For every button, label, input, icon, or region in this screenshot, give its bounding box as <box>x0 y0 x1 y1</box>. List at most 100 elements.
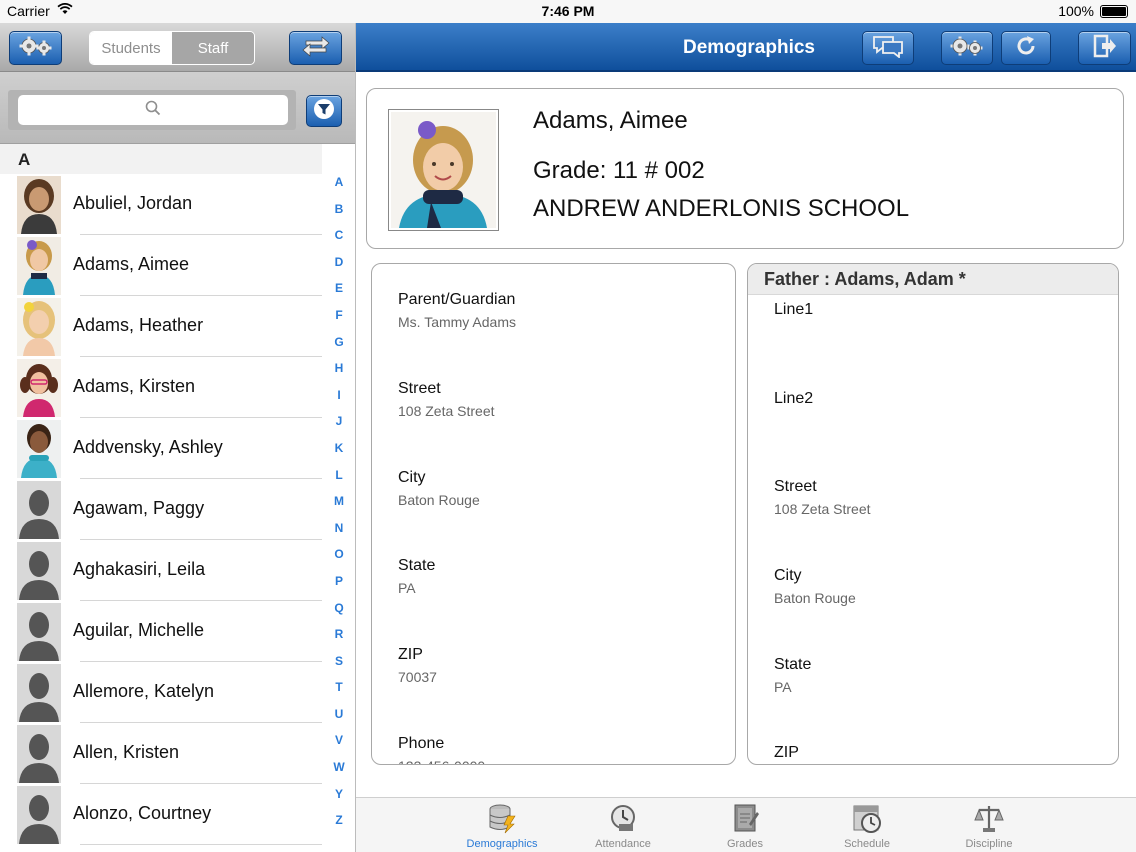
alphabet-index[interactable]: A B C D E F G H I J K L M N O P Q R S T … <box>330 175 348 840</box>
logout-button[interactable] <box>1078 31 1131 65</box>
index-letter[interactable]: U <box>330 707 348 734</box>
index-letter[interactable]: G <box>330 335 348 362</box>
field-label: ZIP <box>774 744 799 761</box>
list-item[interactable]: Alonzo, Courtney <box>0 784 322 845</box>
tab-attendance[interactable]: Attendance <box>568 802 678 850</box>
index-letter[interactable]: Y <box>330 787 348 814</box>
status-bar: Carrier 7:46 PM 100% <box>0 0 1136 23</box>
index-letter[interactable]: Z <box>330 813 348 840</box>
student-name: Aghakasiri, Leila <box>73 559 206 579</box>
index-letter[interactable]: B <box>330 202 348 229</box>
tab-label: Attendance <box>595 838 651 850</box>
list-item[interactable]: Agawam, Paggy <box>0 479 322 540</box>
list-item[interactable]: Aguilar, Michelle <box>0 601 322 662</box>
field-state: State PA <box>774 656 811 695</box>
index-letter[interactable]: L <box>330 468 348 495</box>
field-label: City <box>774 567 802 584</box>
index-letter[interactable]: S <box>330 654 348 681</box>
silhouette-avatar <box>17 664 61 722</box>
student-name: Allemore, Katelyn <box>73 681 215 701</box>
field-street: Street 108 Zeta Street <box>774 478 871 517</box>
filter-button[interactable] <box>306 95 342 127</box>
index-letter[interactable]: H <box>330 361 348 388</box>
index-letter[interactable]: F <box>330 308 348 335</box>
search-input[interactable] <box>18 95 288 125</box>
battery-icon <box>1100 5 1128 18</box>
index-letter[interactable]: R <box>330 627 348 654</box>
index-letter[interactable]: V <box>330 733 348 760</box>
messages-button[interactable] <box>862 31 914 65</box>
student-name: Allen, Kristen <box>73 742 180 762</box>
index-letter[interactable]: T <box>330 680 348 707</box>
student-name: Addvensky, Ashley <box>73 437 223 457</box>
student-name: Agawam, Paggy <box>73 498 205 518</box>
index-letter[interactable]: K <box>330 441 348 468</box>
list-item[interactable]: Allemore, Katelyn <box>0 662 322 723</box>
demographics-content: Adams, Aimee Grade: 11 # 002 ANDREW ANDE… <box>356 72 1136 797</box>
silhouette-avatar <box>17 603 61 661</box>
tab-schedule[interactable]: Schedule <box>812 802 922 850</box>
tab-bar: Demographics Attendance Grades Schedule … <box>356 797 1136 852</box>
student-name: Adams, Aimee <box>73 254 190 274</box>
silhouette-avatar <box>17 481 61 539</box>
tab-grades[interactable]: Grades <box>690 802 800 850</box>
index-letter[interactable]: D <box>330 255 348 282</box>
segment-students[interactable]: Students <box>90 32 172 64</box>
tab-label: Demographics <box>466 838 538 850</box>
index-letter[interactable]: Q <box>330 601 348 628</box>
field-phone: Phone 123-456-0000 <box>398 735 485 764</box>
clock-time: 7:46 PM <box>541 3 595 19</box>
field-state: State PA <box>398 557 435 596</box>
logout-icon <box>1092 34 1118 63</box>
index-letter[interactable]: C <box>330 228 348 255</box>
gears-icon <box>18 35 54 62</box>
swap-button[interactable] <box>289 31 342 65</box>
student-grade: Grade: 11 # 002 <box>533 157 705 184</box>
field-label: Street <box>774 478 817 495</box>
list-item[interactable]: Aghakasiri, Leila <box>0 540 322 601</box>
list-item[interactable]: Adams, Kirsten <box>0 357 322 418</box>
search-icon <box>145 100 161 121</box>
segment-staff[interactable]: Staff <box>172 32 254 64</box>
index-letter[interactable]: W <box>330 760 348 787</box>
student-school: ANDREW ANDERLONIS SCHOOL <box>533 195 910 222</box>
index-letter[interactable]: M <box>330 494 348 521</box>
father-card: Father : Adams, Adam * Line1 Line2 Stree… <box>747 263 1119 765</box>
field-label: Line2 <box>774 390 814 407</box>
field-label: State <box>774 656 812 673</box>
list-item[interactable]: Abuliel, Jordan <box>0 174 322 235</box>
field-label: State <box>398 557 436 574</box>
field-zip: ZIP <box>774 744 799 764</box>
student-name: Adams, Heather <box>73 315 204 335</box>
student-list: Abuliel, Jordan Adams, Aimee Adams, Heat… <box>0 174 355 845</box>
settings-button[interactable] <box>9 31 62 65</box>
settings-button-right[interactable] <box>941 31 993 65</box>
index-letter[interactable]: E <box>330 281 348 308</box>
field-street: Street 108 Zeta Street <box>398 380 495 419</box>
index-letter[interactable]: J <box>330 414 348 441</box>
index-letter[interactable]: O <box>330 547 348 574</box>
list-item[interactable]: Adams, Heather <box>0 296 322 357</box>
avatar <box>17 359 61 417</box>
list-item[interactable]: Allen, Kristen <box>0 723 322 784</box>
index-letter[interactable]: N <box>330 521 348 548</box>
tab-discipline[interactable]: Discipline <box>934 802 1044 850</box>
index-letter[interactable]: A <box>330 175 348 202</box>
section-header: A <box>0 144 322 174</box>
field-value: Baton Rouge <box>398 492 480 508</box>
list-item[interactable]: Adams, Aimee <box>0 235 322 296</box>
refresh-button[interactable] <box>1001 31 1051 65</box>
calendar-clock-icon <box>851 802 883 834</box>
clock-icon <box>607 802 639 834</box>
avatar <box>17 237 61 295</box>
list-item[interactable]: Addvensky, Ashley <box>0 418 322 479</box>
field-city: City Baton Rouge <box>774 567 856 606</box>
tab-demographics[interactable]: Demographics <box>447 802 557 850</box>
index-letter[interactable]: I <box>330 388 348 415</box>
student-name: Aguilar, Michelle <box>73 620 205 640</box>
field-value: PA <box>398 580 416 596</box>
index-letter[interactable]: P <box>330 574 348 601</box>
avatar <box>17 298 61 356</box>
field-label: Phone <box>398 735 445 752</box>
gears-icon <box>949 35 985 62</box>
